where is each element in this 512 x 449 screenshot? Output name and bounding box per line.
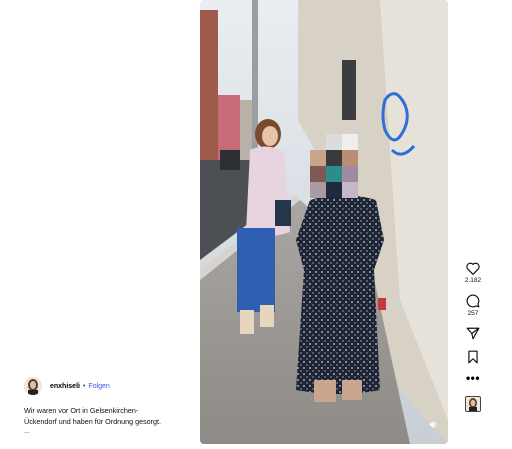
heart-icon [466,262,480,275]
more-icon: ••• [465,371,481,385]
share-icon [466,327,480,340]
share-button[interactable] [460,327,486,340]
like-count: 2.182 [464,277,482,284]
author-row: enxhiseli • Folgen [24,376,194,396]
caption-line-2: Ückendorf und haben für Ordnung gesorgt. [24,416,162,426]
caption-text: Wir waren vor Ort in Gelsenkirchen- Ücke… [24,406,194,435]
comment-button[interactable]: 257 [460,294,486,317]
audio-thumbnail[interactable] [465,396,481,412]
avatar[interactable] [24,377,42,395]
bookmark-icon [468,350,478,364]
username[interactable]: enxhiseli [50,383,80,390]
comment-icon [466,294,480,308]
video-frame [200,0,448,444]
like-button[interactable]: 2.182 [460,262,486,284]
more-options-button[interactable]: ••• [460,371,486,385]
caption-line-1: Wir waren vor Ort in Gelsenkirchen- [24,406,139,415]
reel-video[interactable]: 🔊︎ [200,0,448,444]
comment-count: 257 [467,310,479,317]
post-caption: enxhiseli • Folgen Wir waren vor Ort in … [24,376,194,435]
action-bar: 2.182 257 ••• [460,262,486,412]
follow-button[interactable]: Folgen [88,383,109,390]
separator-dot: • [82,382,86,390]
save-button[interactable] [460,350,486,364]
audio-avatar-icon [466,397,480,411]
caption-more[interactable]: ... [24,427,194,435]
audio-icon[interactable]: 🔊︎ [426,418,440,432]
